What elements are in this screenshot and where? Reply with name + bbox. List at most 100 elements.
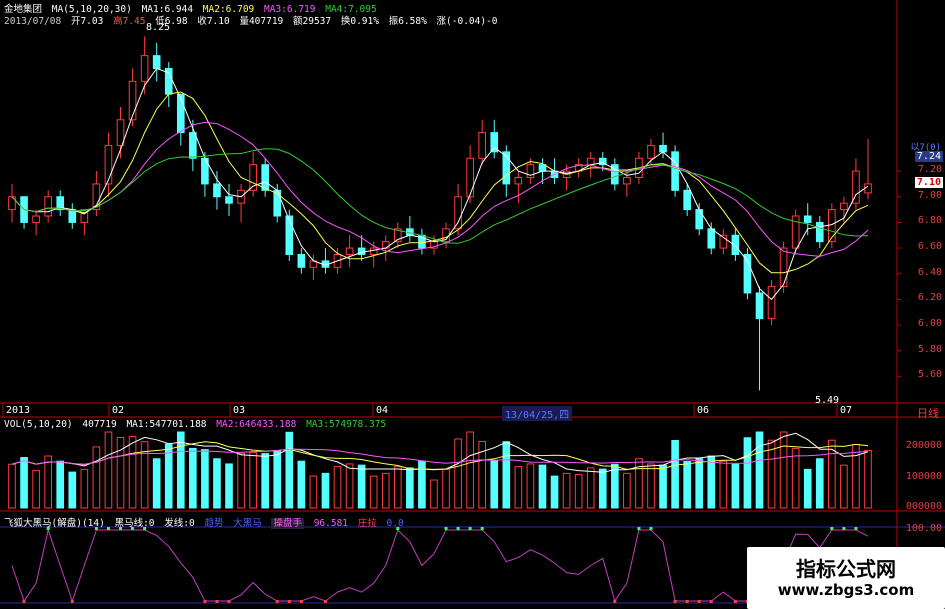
volume-header: VOL(5,10,20) 407719 MA1:547701.188 MA2:6…	[4, 419, 390, 430]
volume-bar	[719, 460, 728, 509]
volume-bar	[852, 443, 860, 509]
volume-tick-label: 000000	[905, 501, 942, 512]
volume-tick-label: 200000	[905, 440, 942, 452]
price-tick-label: 7.00	[917, 189, 942, 201]
cursor-date: 13/04/25,四	[502, 406, 573, 421]
time-tick-label: 02	[112, 405, 125, 416]
candle-body	[815, 221, 824, 243]
vol-ma1: MA1:547701.188	[126, 419, 207, 430]
quote-amount: 额29537	[293, 16, 332, 27]
volume-bar	[840, 464, 848, 509]
volume-bar	[526, 463, 535, 509]
volume-bar	[659, 464, 667, 509]
quote-turnover: 换0.91%	[340, 16, 379, 27]
indicator-bottom-marker	[673, 600, 677, 603]
candle-body	[538, 164, 547, 172]
price-tick-label: 5.60	[917, 369, 942, 381]
volume-bar	[116, 436, 125, 509]
volume-bar	[297, 460, 306, 509]
candle-body	[478, 132, 487, 159]
volume-bar	[152, 458, 161, 509]
ma2-line	[11, 91, 869, 274]
volume-bar	[538, 464, 547, 509]
indicator-bottom-marker	[613, 600, 617, 603]
price-tick-label: 6.40	[917, 266, 942, 278]
candle-body	[285, 215, 294, 255]
volume-bar	[189, 447, 197, 509]
ind-name: 飞狐大黑马(解盘)(14)	[4, 518, 105, 529]
ind-faxian: 发线:0	[164, 518, 195, 529]
volume-bar	[128, 436, 137, 509]
volume-bar	[333, 466, 342, 509]
price-tick-label: 6.00	[917, 318, 942, 330]
volume-bar	[92, 446, 101, 509]
volume-bar	[550, 475, 559, 509]
volume-bar	[201, 449, 209, 509]
vol-ma1-line	[11, 432, 869, 473]
volume-tick-label: 100000	[905, 470, 942, 482]
indicator-series-line	[11, 528, 869, 603]
volume-bar	[176, 431, 185, 509]
volume-bar	[225, 463, 233, 509]
ind-item-c-val: 96.581	[313, 518, 349, 529]
indicator-top-marker	[444, 527, 448, 530]
period-label: 日线	[917, 407, 939, 420]
volume-bar	[237, 452, 245, 509]
quote-close: 收7.10	[197, 16, 230, 27]
candle-body	[683, 189, 691, 211]
candle-body	[345, 247, 354, 255]
indicator-header: 飞狐大黑马(解盘)(14) 黑马线:0 发线:0 趋势 大黑马 操盘手 96.5…	[4, 515, 408, 529]
volume-bar	[574, 474, 583, 509]
volume-bar	[406, 467, 414, 509]
volume-bar	[80, 468, 89, 509]
volume-bars	[8, 431, 872, 509]
volume-bar	[731, 463, 740, 509]
volume-bar	[261, 453, 269, 509]
volume-bar	[514, 466, 523, 509]
indicator-line	[11, 527, 869, 603]
low-price-mark: 5.49	[815, 395, 840, 406]
moving-average-lines	[11, 67, 869, 301]
indicator-top-marker	[842, 527, 846, 530]
quote-open: 开7.03	[70, 16, 104, 27]
volume-bar	[502, 441, 511, 509]
volume-bar	[8, 463, 16, 509]
volume-bar	[442, 468, 450, 509]
ma1-line	[11, 67, 869, 301]
volume-bar	[611, 463, 619, 509]
candle-body	[261, 164, 269, 191]
volume-bar	[418, 460, 426, 509]
candle-body	[671, 151, 679, 191]
volume-bar	[647, 463, 655, 509]
candle-body	[586, 157, 595, 166]
indicator-bottom-marker	[275, 600, 279, 603]
candlestick-series	[8, 36, 872, 391]
volume-bar	[430, 479, 438, 509]
volume-bar	[695, 458, 704, 509]
volume-bar	[321, 472, 330, 509]
volume-bar	[309, 475, 318, 509]
time-tick-label: 07	[840, 405, 853, 416]
watermark-url: www.zbgs3.com	[777, 581, 915, 599]
volume-bar	[623, 472, 631, 509]
candle-body	[297, 253, 306, 268]
volume-bar	[791, 447, 800, 509]
last-close-top: 7.24	[914, 151, 943, 162]
candle-body	[381, 241, 390, 249]
candle-body	[514, 177, 523, 185]
time-axis	[2, 403, 838, 417]
volume-bar	[381, 472, 390, 509]
volume-bar	[562, 472, 571, 509]
vol-ma3-line	[11, 448, 869, 465]
volume-bar	[357, 464, 366, 509]
candle-body	[225, 196, 233, 204]
volume-bar	[44, 455, 52, 509]
quote-volume: 量407719	[239, 16, 284, 27]
ind-item-c: 操盘手	[271, 518, 304, 529]
time-tick-label: 2013	[6, 405, 31, 416]
candle-body	[779, 247, 788, 288]
time-tick-label: 06	[697, 405, 710, 416]
quote-amplitude: 振6.58%	[388, 16, 427, 27]
candle-body	[767, 286, 776, 320]
volume-bar	[56, 460, 65, 509]
